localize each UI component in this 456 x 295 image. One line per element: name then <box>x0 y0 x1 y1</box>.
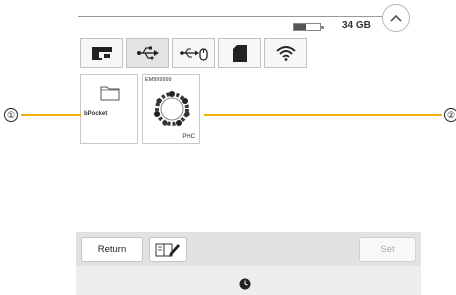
bottom-toolbar: Return Set <box>76 232 421 266</box>
battery-icon <box>293 23 324 31</box>
tab-machine[interactable] <box>80 38 123 68</box>
source-tabs <box>80 38 307 68</box>
battery-level <box>294 24 306 30</box>
wifi-icon <box>275 46 296 61</box>
design-format: PHC <box>182 134 195 140</box>
storage-capacity: 34 GB <box>342 20 371 31</box>
callout-two: ② <box>444 108 456 122</box>
chevron-up-icon <box>390 14 402 22</box>
design-id: EM999999 <box>145 77 172 83</box>
edit-book-icon <box>155 243 180 257</box>
tab-wireless[interactable] <box>264 38 307 68</box>
set-button[interactable]: Set <box>359 237 416 262</box>
sd-card-icon <box>232 44 247 62</box>
folder-item[interactable]: bPocket <box>80 74 138 144</box>
callout-leader-one <box>21 114 81 116</box>
status-bar <box>76 266 421 295</box>
clock-icon <box>239 278 251 290</box>
return-button[interactable]: Return <box>81 237 143 262</box>
screen: 34 GB bPocket EM999999 PHC Return Set <box>76 0 421 295</box>
tab-sd-card[interactable] <box>218 38 261 68</box>
edit-button[interactable] <box>149 237 187 262</box>
folder-name: bPocket <box>84 111 108 117</box>
sewing-machine-icon <box>91 47 112 60</box>
usb-mouse-icon <box>179 48 208 61</box>
usb-icon <box>136 46 159 60</box>
embroidery-design-item[interactable]: EM999999 PHC <box>142 74 200 144</box>
folder-icon <box>100 86 120 101</box>
tab-usb-mouse[interactable] <box>172 38 215 68</box>
embroidery-wreath-icon <box>154 91 190 126</box>
callout-one: ① <box>4 108 18 122</box>
callout-leader-two <box>204 114 442 116</box>
top-divider <box>78 16 396 17</box>
tab-usb[interactable] <box>126 38 169 68</box>
scroll-up-button[interactable] <box>382 4 410 32</box>
